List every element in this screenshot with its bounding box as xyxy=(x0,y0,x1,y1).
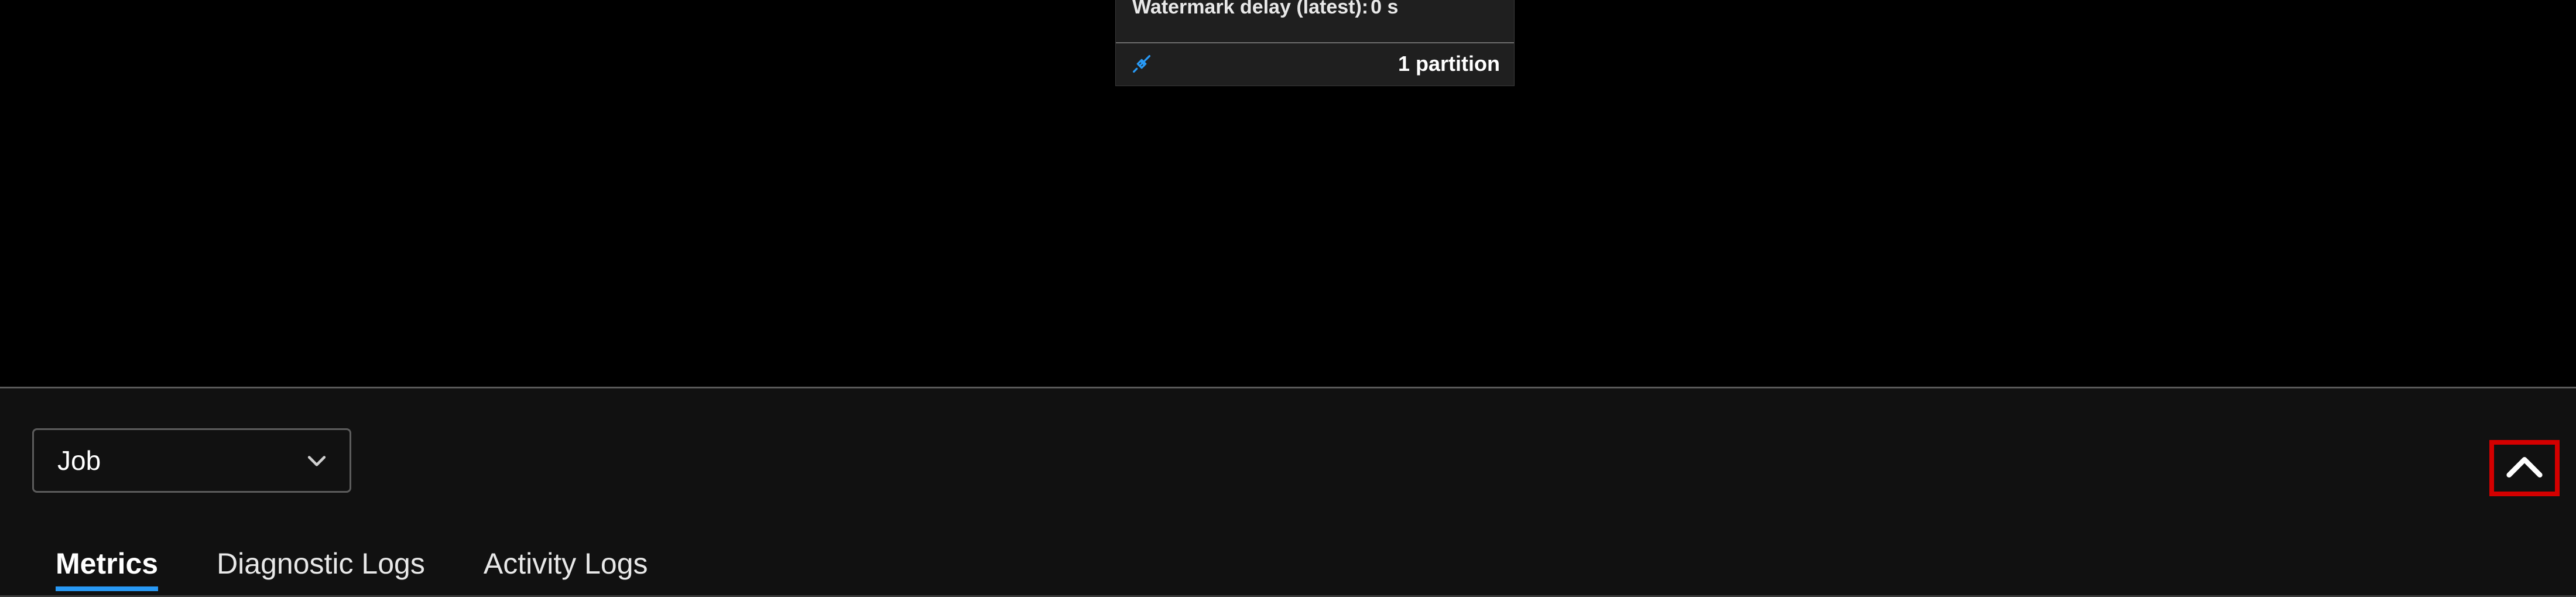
tab-activity-logs[interactable]: Activity Logs xyxy=(484,547,648,590)
metric-value: 0 s xyxy=(1371,0,1398,18)
diagram-canvas[interactable]: Output events (sum):3543 Watermark delay… xyxy=(0,0,2576,387)
connection-icon xyxy=(1130,52,1153,76)
expand-panel-button[interactable] xyxy=(2489,440,2560,496)
metric-watermark-delay: Watermark delay (latest):0 s xyxy=(1132,0,1498,22)
tab-strip: Metrics Diagnostic Logs Activity Logs xyxy=(56,547,648,590)
tab-label: Metrics xyxy=(56,547,158,580)
tab-label: Diagnostic Logs xyxy=(217,547,425,580)
tab-metrics[interactable]: Metrics xyxy=(56,547,158,590)
job-node-card[interactable]: Output events (sum):3543 Watermark delay… xyxy=(1115,0,1515,86)
scope-dropdown-label: Job xyxy=(57,445,101,476)
metric-label: Watermark delay (latest): xyxy=(1132,0,1368,18)
bottom-panel: Job Metrics Diagnostic Logs Activity Log… xyxy=(0,388,2576,597)
partition-count: 1 partition xyxy=(1398,52,1500,76)
job-node-footer: 1 partition xyxy=(1116,43,1514,86)
chevron-down-icon xyxy=(304,448,330,473)
tab-diagnostic-logs[interactable]: Diagnostic Logs xyxy=(217,547,425,590)
tab-label: Activity Logs xyxy=(484,547,648,580)
job-node-body: Output events (sum):3543 Watermark delay… xyxy=(1116,0,1514,42)
scope-dropdown[interactable]: Job xyxy=(32,428,351,493)
